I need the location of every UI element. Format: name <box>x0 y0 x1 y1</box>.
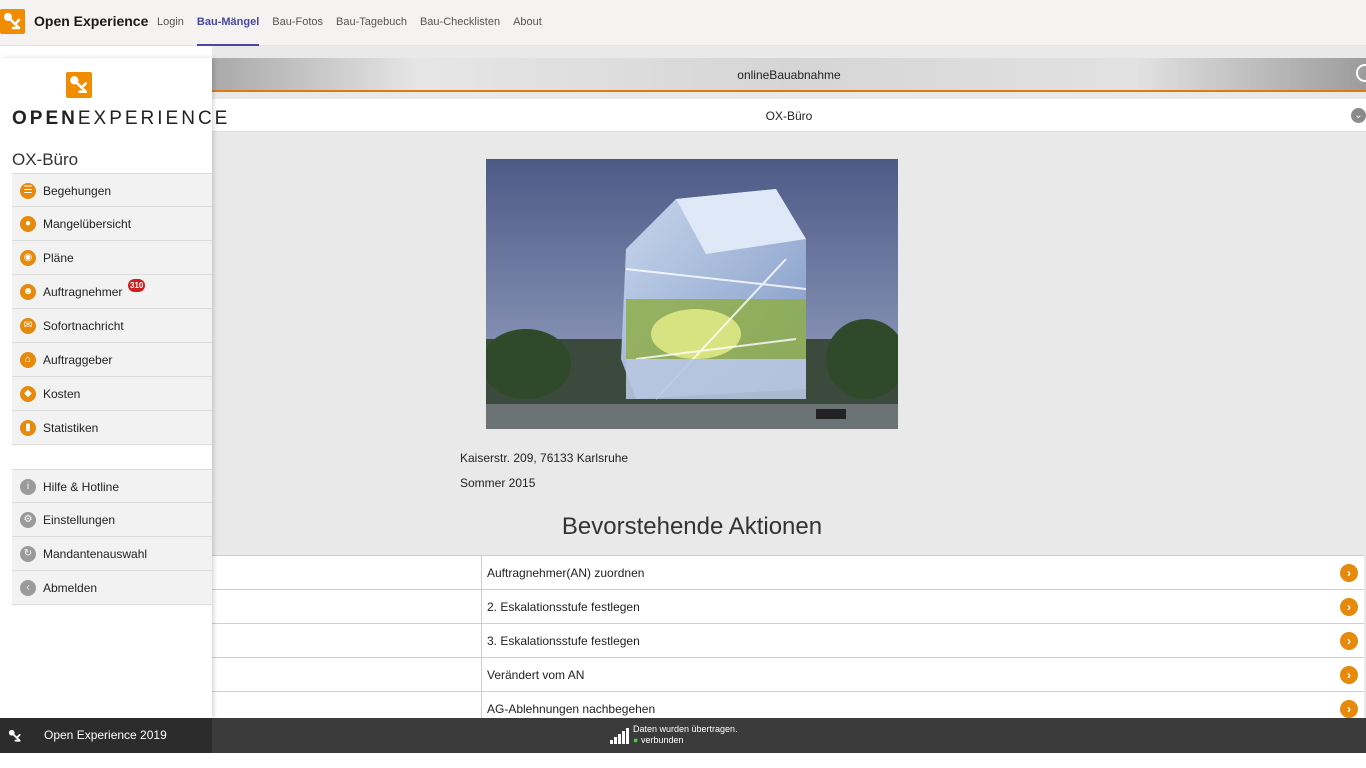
user-icon: ☻ <box>20 284 36 300</box>
nav-bau-tagebuch[interactable]: Bau-Tagebuch <box>336 0 407 46</box>
action-cell-empty <box>212 556 482 589</box>
nav-bau-maengel[interactable]: Bau-Mängel <box>196 0 260 46</box>
home-icon: ⌂ <box>20 352 36 368</box>
footer-brand: Open Experience 2019 <box>0 718 212 753</box>
sidebar-item-abmelden[interactable]: ‹ Abmelden <box>12 571 212 605</box>
eye-icon: ◉ <box>20 250 36 266</box>
sidebar-item-mangeluebersicht[interactable]: ● Mangelübersicht <box>12 207 212 241</box>
status-dot-icon: ● <box>633 735 639 745</box>
project-address: Kaiserstr. 209, 76133 Karlsruhe <box>460 451 629 465</box>
sidebar-item-label: Statistiken <box>43 421 99 435</box>
notification-badge: 310 <box>128 279 146 292</box>
sidebar-item-auftragnehmer[interactable]: ☻ Auftragnehmer 310 <box>12 275 212 309</box>
switch-icon: ↻ <box>20 546 36 562</box>
action-cell-empty <box>212 692 482 718</box>
sidebar-item-plaene[interactable]: ◉ Pläne <box>12 241 212 275</box>
nav-about[interactable]: About <box>513 0 542 46</box>
sidebar-item-sofortnachricht[interactable]: ✉ Sofortnachricht <box>12 309 212 343</box>
sidebar-item-label: Begehungen <box>43 184 112 198</box>
sidebar-item-label: Sofortnachricht <box>43 319 124 333</box>
chevron-down-icon[interactable]: ⌄ <box>1351 108 1366 123</box>
chevron-right-icon[interactable]: › <box>1340 564 1358 582</box>
action-label: 2. Eskalationsstufe festlegen <box>487 600 640 614</box>
sidebar-item-begehungen[interactable]: ☰ Begehungen <box>12 173 212 207</box>
list-item[interactable]: Auftragnehmer(AN) zuordnen › <box>212 555 1364 589</box>
section-heading: Bevorstehende Aktionen <box>561 513 823 540</box>
chevron-right-icon[interactable]: › <box>1340 666 1358 684</box>
action-cell-empty <box>212 658 482 691</box>
sidebar-menu: ☰ Begehungen ● Mangelübersicht ◉ Pläne ☻… <box>12 173 212 445</box>
gear-icon: ⚙ <box>20 512 36 528</box>
sidebar-project-title: OX-Büro <box>12 150 79 169</box>
list-item[interactable]: AG-Ablehnungen nachbegehen › <box>212 691 1364 718</box>
sidebar-item-label: Auftraggeber <box>43 353 113 367</box>
sidebar-item-label: Pläne <box>43 251 74 265</box>
sidebar: OPENEXPERIENCE OX-Büro ☰ Begehungen ● Ma… <box>0 58 227 718</box>
page-title: onlineBauabnahme <box>737 68 841 82</box>
list-icon: ☰ <box>20 183 36 199</box>
chevron-right-icon[interactable]: › <box>1340 598 1358 616</box>
top-navigation: Open Experience Login Bau-Mängel Bau-Fot… <box>0 0 1366 46</box>
action-cell-empty <box>212 624 482 657</box>
chevron-right-icon[interactable]: › <box>1340 632 1358 650</box>
project-image <box>486 159 898 429</box>
project-bar[interactable]: OX-Büro ⌄ <box>212 99 1366 132</box>
status-line: Daten wurden übertragen. <box>633 724 738 734</box>
sidebar-item-label: Mandantenauswahl <box>43 547 148 561</box>
action-label: Auftragnehmer(AN) zuordnen <box>487 566 645 580</box>
action-label: AG-Ablehnungen nachbegehen <box>487 702 656 716</box>
sidebar-item-label: Mangelübersicht <box>43 217 132 231</box>
project-date: Sommer 2015 <box>460 476 536 490</box>
app-title[interactable]: Open Experience <box>34 13 148 29</box>
footer-title: Open Experience 2019 <box>44 728 167 742</box>
sidebar-item-label: Abmelden <box>43 581 98 595</box>
list-item[interactable]: 2. Eskalationsstufe festlegen › <box>212 589 1364 623</box>
sidebar-item-einstellungen[interactable]: ⚙ Einstellungen <box>12 503 212 537</box>
connection-status: Daten wurden übertragen. ● verbunden <box>633 724 738 746</box>
app-titlebar: onlineBauabnahme <box>212 58 1366 92</box>
actions-list: Auftragnehmer(AN) zuordnen › 2. Eskalati… <box>212 555 1364 718</box>
action-cell-empty <box>212 590 482 623</box>
sidebar-item-statistiken[interactable]: ▮ Statistiken <box>12 411 212 445</box>
sidebar-item-mandantenauswahl[interactable]: ↻ Mandantenauswahl <box>12 537 212 571</box>
nav-links: Login Bau-Mängel Bau-Fotos Bau-Tagebuch … <box>157 0 555 46</box>
footer-bar: Open Experience 2019 Daten wurden übertr… <box>0 718 1366 753</box>
info-icon: i <box>20 479 36 495</box>
sidebar-item-label: Kosten <box>43 387 81 401</box>
brand-logo-icon[interactable] <box>0 9 25 34</box>
list-item[interactable]: 3. Eskalationsstufe festlegen › <box>212 623 1364 657</box>
brand-wordmark: OPENEXPERIENCE <box>12 108 231 129</box>
project-name: OX-Büro <box>765 109 813 123</box>
status-connected: ● verbunden <box>633 735 684 745</box>
chevron-right-icon[interactable]: › <box>1340 700 1358 718</box>
mail-icon: ✉ <box>20 318 36 334</box>
nav-login[interactable]: Login <box>157 0 184 46</box>
action-label: Verändert vom AN <box>487 668 585 682</box>
main-content: onlineBauabnahme OX-Büro ⌄ Kaiserstr. 20… <box>212 46 1366 718</box>
sidebar-item-label: Einstellungen <box>43 513 116 527</box>
brand-logo-icon <box>66 72 92 98</box>
nav-bau-fotos[interactable]: Bau-Fotos <box>272 0 323 46</box>
sidebar-item-auftraggeber[interactable]: ⌂ Auftraggeber <box>12 343 212 377</box>
sidebar-item-kosten[interactable]: ◆ Kosten <box>12 377 212 411</box>
sidebar-secondary-menu: i Hilfe & Hotline ⚙ Einstellungen ↻ Mand… <box>12 469 212 605</box>
nav-bau-checklisten[interactable]: Bau-Checklisten <box>420 0 500 46</box>
sidebar-item-label: Hilfe & Hotline <box>43 480 120 494</box>
sidebar-item-hilfe[interactable]: i Hilfe & Hotline <box>12 469 212 503</box>
brand-logo-icon[interactable] <box>6 727 24 745</box>
tag-icon: ◆ <box>20 386 36 402</box>
action-label: 3. Eskalationsstufe festlegen <box>487 634 640 648</box>
sidebar-item-label: Auftragnehmer <box>43 285 123 299</box>
location-pin-icon: ● <box>20 216 36 232</box>
page-bottom-margin <box>0 753 1366 768</box>
list-item[interactable]: Verändert vom AN › <box>212 657 1364 691</box>
signal-strength-icon <box>610 728 630 744</box>
back-arrow-icon: ‹ <box>20 580 36 596</box>
bar-chart-icon: ▮ <box>20 420 36 436</box>
